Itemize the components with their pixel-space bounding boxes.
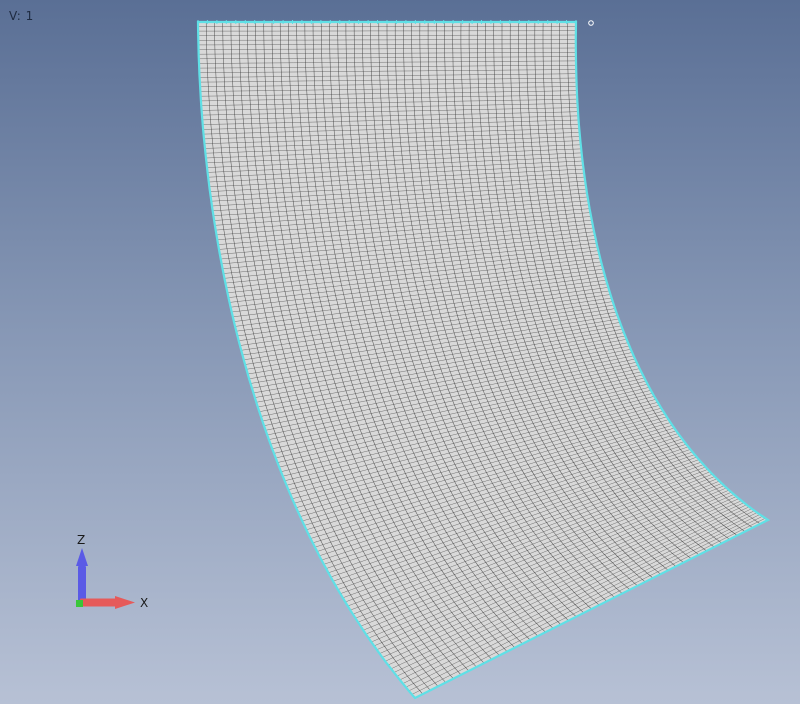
z-axis-label: Z [77,533,85,547]
curved-surface-mesh[interactable] [196,20,771,700]
scene-canvas[interactable]: Z X [0,0,800,704]
z-axis-arrow [76,548,88,604]
3d-viewport[interactable]: V: 1 Z X [0,0,800,704]
x-axis-label: X [140,596,148,610]
axis-triad: Z X [76,533,148,610]
pick-point-marker [588,20,594,26]
x-axis-arrow [80,596,135,609]
surface-fill [198,22,768,698]
triad-origin [76,600,83,607]
